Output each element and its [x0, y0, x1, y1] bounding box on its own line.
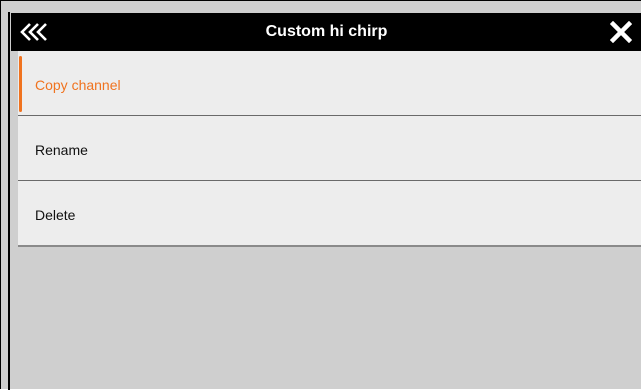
page-title: Custom hi chirp	[265, 23, 388, 40]
menu-item-label: Rename	[35, 142, 88, 158]
menu-item-label: Copy channel	[35, 77, 121, 93]
options-menu: Copy channel Rename Delete	[18, 51, 641, 247]
menu-item-copy-channel[interactable]: Copy channel	[18, 51, 641, 116]
double-chevron-left-icon	[20, 23, 47, 41]
back-button[interactable]	[17, 19, 51, 45]
close-button[interactable]	[608, 19, 634, 45]
menu-item-label: Delete	[35, 207, 76, 223]
menu-item-delete[interactable]: Delete	[18, 181, 641, 247]
frame-border	[8, 12, 10, 390]
title-bar: Custom hi chirp	[11, 13, 641, 51]
close-icon	[610, 21, 632, 43]
menu-item-rename[interactable]: Rename	[18, 116, 641, 181]
dialog-frame: Custom hi chirp Copy channel Rename Dele…	[0, 0, 641, 390]
